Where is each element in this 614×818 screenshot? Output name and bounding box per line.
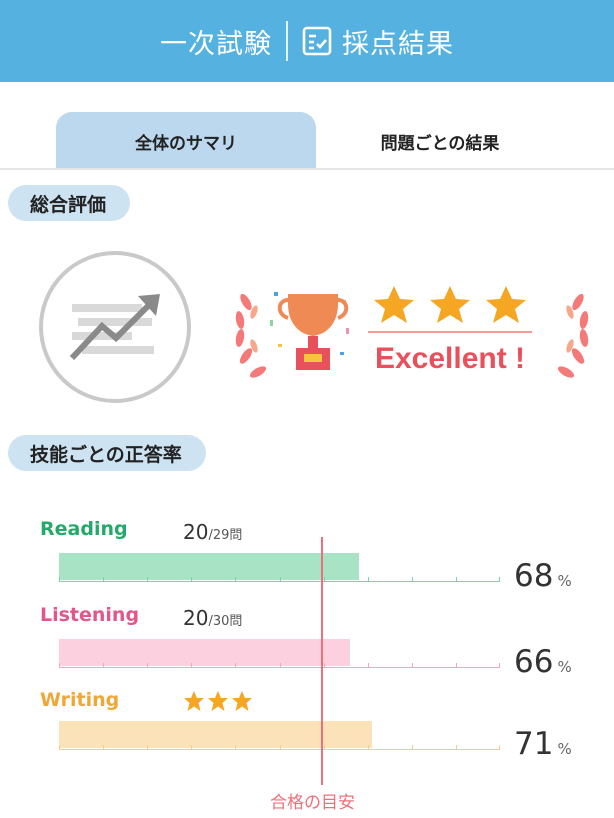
axis-tick — [279, 663, 281, 668]
axis-tick — [455, 577, 457, 582]
tab-question-results[interactable]: 問題ごとの結果 — [320, 112, 560, 170]
axis-tick — [103, 663, 105, 668]
pass-threshold-label: 合格の目安 — [270, 793, 355, 813]
listening-count: 20/30問 — [183, 606, 243, 630]
app-header: 一次試験 採点結果 — [0, 0, 614, 82]
trophy-icon — [277, 294, 349, 370]
skill-label-reading: Reading — [40, 518, 128, 540]
axis-tick — [323, 663, 325, 668]
listening-percent: 66% — [514, 644, 572, 680]
axis-tick — [499, 663, 500, 668]
axis-tick — [191, 745, 193, 750]
axis-tick — [147, 577, 149, 582]
reading-percent: 68% — [514, 558, 572, 594]
axis-tick — [367, 745, 369, 750]
axis-tick — [235, 745, 237, 750]
overall-heading: 総合評価 — [8, 185, 131, 221]
badge-stars — [374, 286, 526, 323]
header-divider — [286, 21, 288, 61]
axis-tick — [279, 577, 281, 582]
axis-tick — [235, 577, 237, 582]
exam-label: 一次試験 — [160, 28, 272, 60]
axis-tick — [455, 745, 457, 750]
checklist-icon — [302, 26, 332, 56]
axis-tick — [323, 745, 325, 750]
listening-bar-track — [59, 639, 500, 668]
axis-tick — [411, 745, 413, 750]
skill-label-listening: Listening — [40, 604, 140, 626]
axis-tick — [147, 745, 149, 750]
axis-tick — [499, 577, 500, 582]
axis-tick — [411, 577, 413, 582]
axis-tick — [367, 577, 369, 582]
axis-tick — [191, 663, 193, 668]
star-icon — [208, 691, 228, 711]
reading-bar — [59, 553, 359, 580]
axis-tick — [455, 663, 457, 668]
pass-threshold-line — [321, 537, 323, 785]
badge-text: Excellent ! — [375, 342, 525, 375]
skills-heading: 技能ごとの正答率 — [8, 435, 206, 471]
axis-tick — [191, 577, 193, 582]
star-icon — [232, 691, 252, 711]
axis-tick — [59, 663, 60, 668]
writing-bar-track — [59, 721, 500, 750]
axis-tick — [59, 577, 60, 582]
tab-summary[interactable]: 全体のサマリ — [56, 112, 316, 170]
star-icon — [184, 691, 204, 711]
axis-tick — [59, 745, 60, 750]
axis-tick — [499, 745, 500, 750]
axis-tick — [323, 577, 325, 582]
axis-tick — [103, 577, 105, 582]
writing-stars — [183, 690, 253, 712]
axis-tick — [411, 663, 413, 668]
excellent-badge: Excellent ! — [235, 286, 589, 378]
tabs-underline — [0, 168, 614, 170]
result-tabs: 全体のサマリ 問題ごとの結果 — [0, 112, 614, 170]
axis-tick — [103, 745, 105, 750]
writing-percent: 71% — [514, 726, 572, 762]
page-title: 採点結果 — [342, 28, 454, 60]
axis-tick — [235, 663, 237, 668]
writing-bar — [59, 721, 373, 748]
reading-count: 20/29問 — [183, 520, 243, 544]
axis-tick — [279, 745, 281, 750]
skill-label-writing: Writing — [40, 689, 120, 711]
axis-tick — [367, 663, 369, 668]
reading-bar-track — [59, 553, 500, 582]
listening-bar — [59, 639, 351, 666]
axis-tick — [147, 663, 149, 668]
trend-chart-icon — [39, 251, 191, 403]
